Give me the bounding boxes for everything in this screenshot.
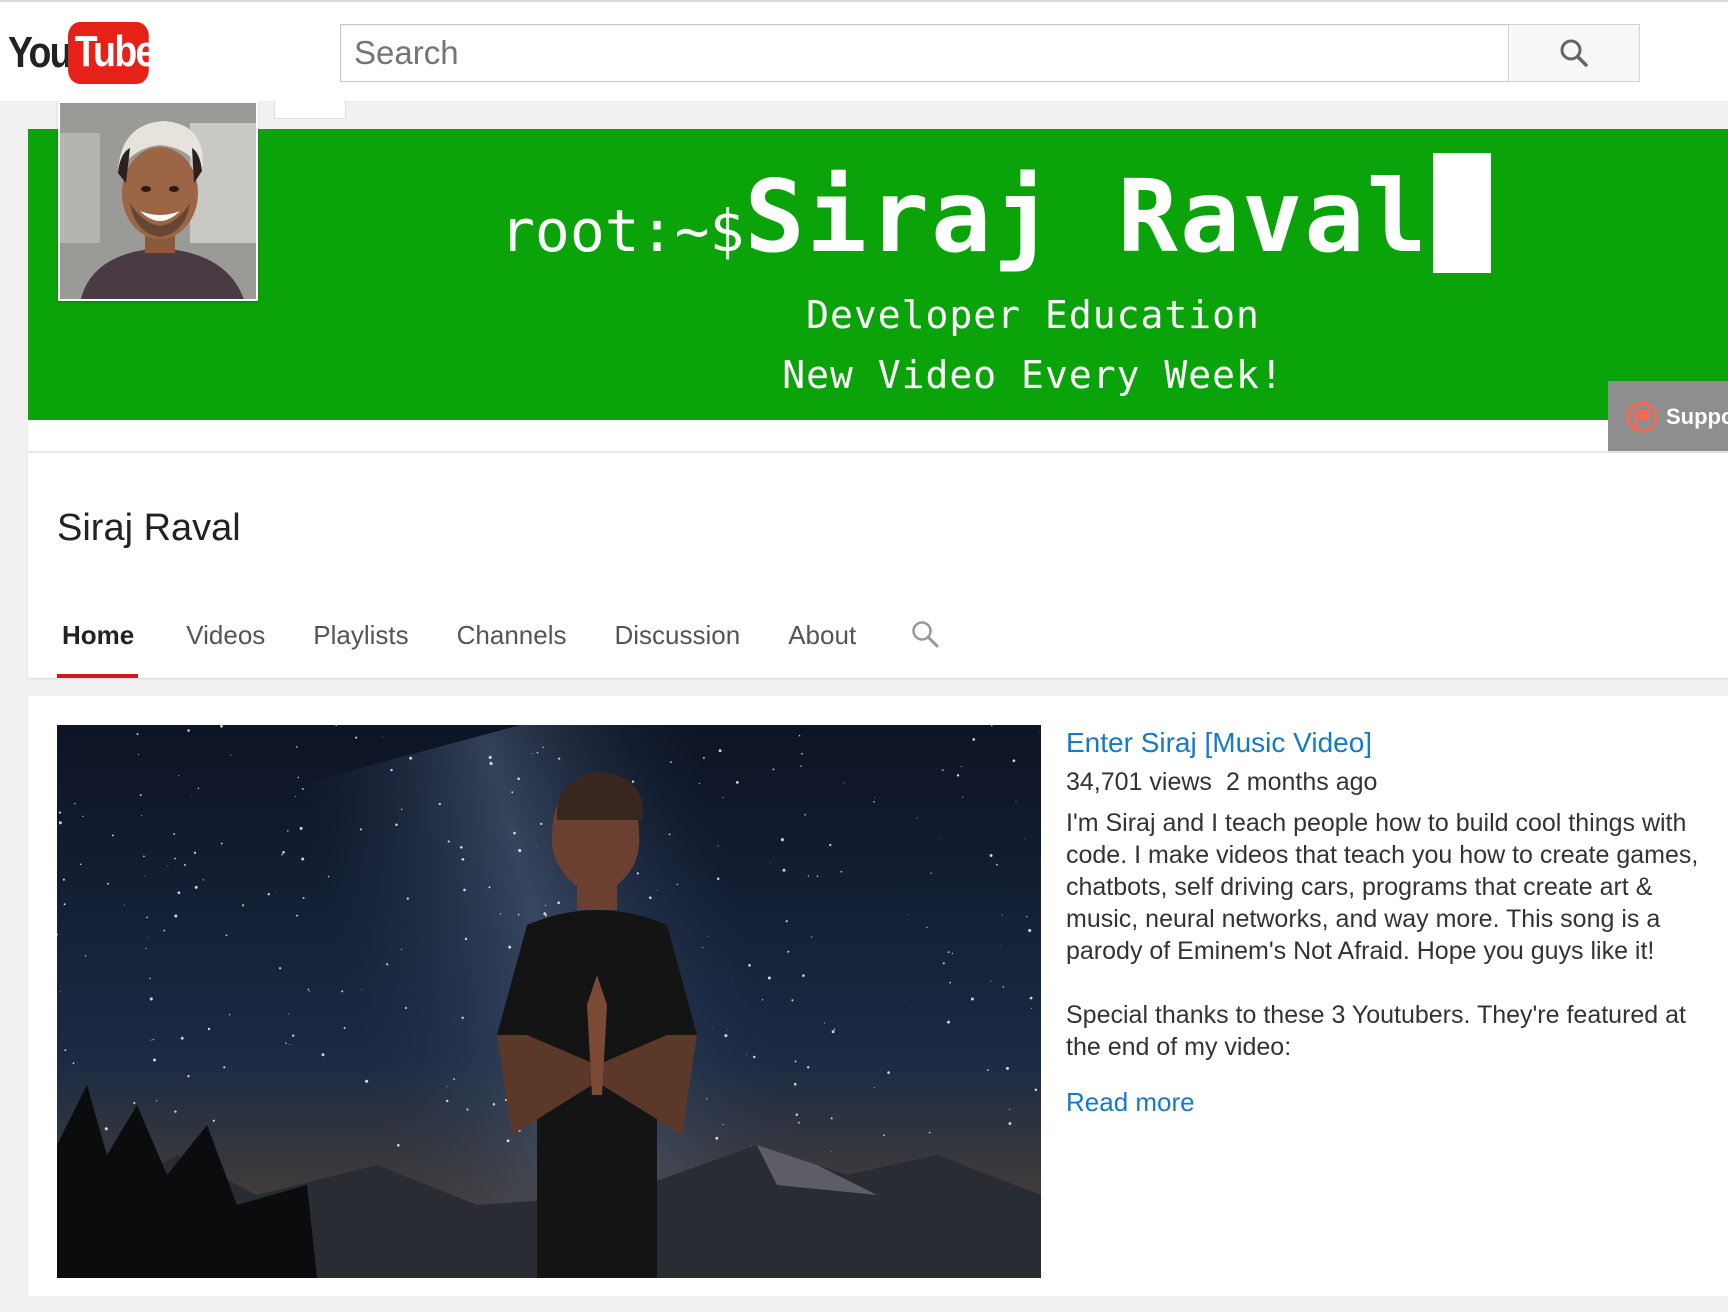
tab-discussion[interactable]: Discussion [591,615,765,678]
read-more-link[interactable]: Read more [1066,1087,1195,1118]
avatar-portrait [60,103,256,299]
video-meta: 34,701 views 2 months ago [1066,765,1706,799]
upload-age: 2 months ago [1225,768,1378,796]
search-input[interactable] [340,24,1508,82]
channel-avatar[interactable] [58,101,258,301]
search-bar [340,24,1640,82]
tab-videos[interactable]: Videos [162,615,289,678]
search-button[interactable] [1508,24,1640,82]
video-thumbnail [57,725,1041,1278]
channel-title[interactable]: Siraj Raval [57,507,241,550]
channel-tabs: Home Videos Playlists Channels Discussio… [57,615,958,678]
banner-prompt: root:~$ [500,197,745,265]
tab-channels[interactable]: Channels [433,615,591,678]
channel-banner-area: root:~$Siraj Raval Developer Education N… [28,101,1728,453]
banner-name: Siraj Raval [744,158,1429,275]
banner-schedule: New Video Every Week! [782,353,1284,397]
logo-tube-text: Tube [68,22,156,84]
support-button[interactable]: Suppo [1608,381,1728,453]
view-count: 34,701 views [1066,768,1212,796]
support-label: Suppo [1666,404,1728,429]
youtube-logo[interactable]: You Tube [8,22,163,84]
banner-tagline: Developer Education [806,293,1260,337]
featured-video-title[interactable]: Enter Siraj [Music Video] [1066,725,1706,761]
search-icon [912,621,939,648]
channel-header: Siraj Raval Home Videos Playlists Channe… [28,453,1728,678]
featured-video-player[interactable] [57,725,1041,1278]
terminal-cursor [1432,153,1491,273]
tab-about[interactable]: About [764,615,880,678]
featured-video-section: Enter Siraj [Music Video] 34,701 views 2 … [28,696,1728,1296]
banner-headline: root:~$Siraj Raval [500,153,1491,275]
search-icon [1560,39,1588,67]
video-description: I'm Siraj and I teach people how to buil… [1066,809,1699,1061]
banner-edit-tab[interactable] [274,101,346,119]
logo-you-text: You [8,28,72,77]
patreon-icon [1626,401,1658,433]
tab-home[interactable]: Home [57,615,139,678]
featured-video-info: Enter Siraj [Music Video] 34,701 views 2 … [1066,725,1706,1118]
tab-playlists[interactable]: Playlists [289,615,432,678]
channel-page: root:~$Siraj Raval Developer Education N… [28,101,1728,1296]
tab-search[interactable] [880,615,958,678]
channel-banner: root:~$Siraj Raval Developer Education N… [28,129,1728,420]
masthead: You Tube [0,0,1728,101]
